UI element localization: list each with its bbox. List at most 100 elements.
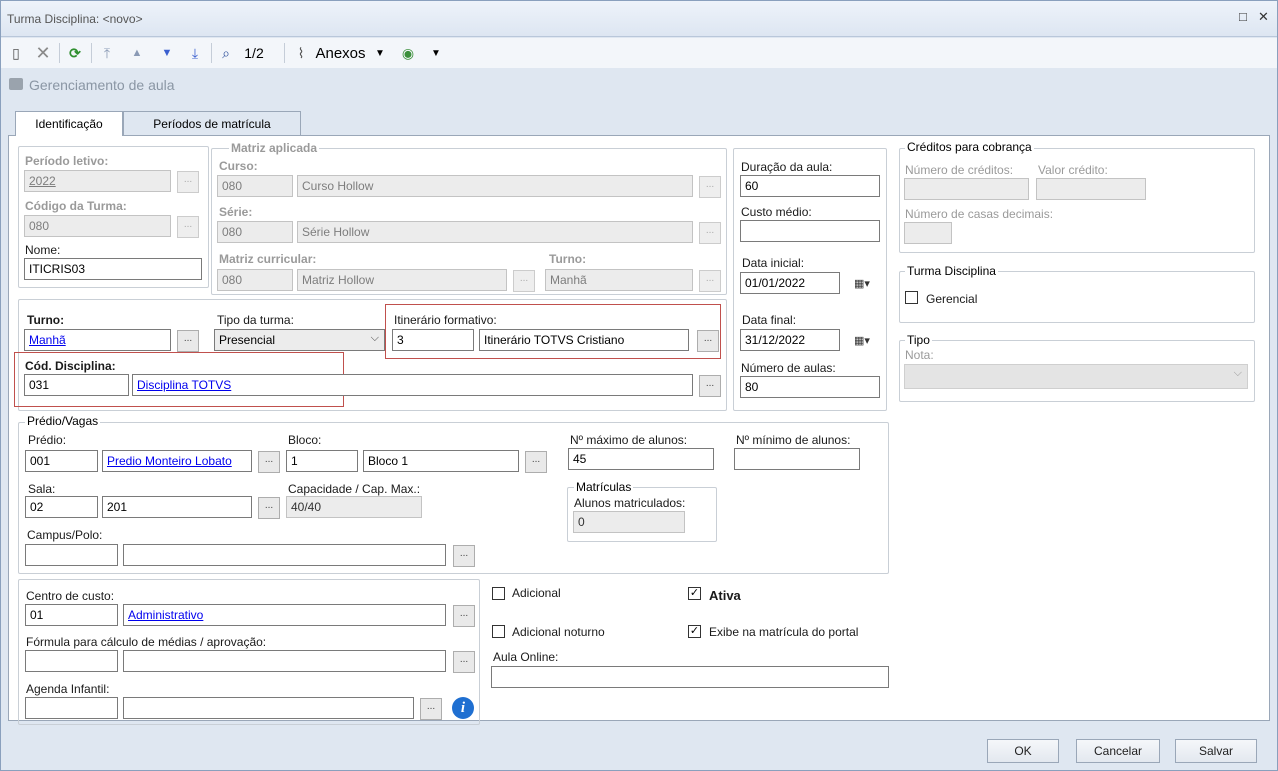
num-creditos-field bbox=[904, 178, 1029, 200]
globe-icon[interactable]: ◉ bbox=[397, 42, 419, 64]
chevron-down-icon[interactable]: ▼ bbox=[373, 42, 387, 64]
chevron-down-icon: ⌵ bbox=[370, 332, 379, 344]
matriz-code-field: 080 bbox=[217, 269, 293, 291]
casas-decimais-label: Número de casas decimais: bbox=[905, 207, 1054, 221]
agenda-lookup-button[interactable]: ... bbox=[420, 698, 442, 720]
first-record-icon[interactable]: ⤒ bbox=[97, 42, 117, 64]
disciplina-label: Cód. Disciplina: bbox=[25, 359, 116, 373]
tab-periodos-matricula[interactable]: Períodos de matrícula bbox=[123, 111, 301, 135]
data-inicial-field[interactable]: 01/01/2022 bbox=[740, 272, 840, 294]
new-icon[interactable]: ▯ bbox=[7, 42, 25, 64]
ativa-label: Ativa bbox=[709, 588, 741, 603]
predio-lookup-button[interactable]: ... bbox=[258, 451, 280, 473]
class-management-icon bbox=[9, 78, 23, 90]
capacidade-label: Capacidade / Cap. Max.: bbox=[288, 482, 421, 496]
ativa-checkbox[interactable]: ✓ bbox=[688, 587, 701, 600]
numero-aulas-field[interactable]: 80 bbox=[740, 376, 880, 398]
bloco-name-field[interactable]: Bloco 1 bbox=[363, 450, 519, 472]
close-icon[interactable]: ✕ bbox=[1258, 9, 1269, 25]
previous-record-icon[interactable]: ▲ bbox=[127, 42, 147, 64]
adicional-label: Adicional bbox=[512, 586, 561, 600]
gerencial-checkbox[interactable] bbox=[905, 291, 918, 304]
bloco-code-field[interactable]: 1 bbox=[286, 450, 358, 472]
cancel-button[interactable]: Cancelar bbox=[1076, 739, 1160, 763]
save-button[interactable]: Salvar bbox=[1175, 739, 1257, 763]
max-alunos-field[interactable]: 45 bbox=[568, 448, 714, 470]
periodo-lookup-button[interactable]: ... bbox=[177, 171, 199, 193]
adicional-noturno-checkbox[interactable] bbox=[492, 625, 505, 638]
campus-label: Campus/Polo: bbox=[27, 528, 103, 542]
turno-field[interactable]: Manhã bbox=[24, 329, 171, 351]
itinerario-name-field[interactable]: Itinerário TOTVS Cristiano bbox=[479, 329, 689, 351]
matriculas-title: Matrículas bbox=[574, 480, 634, 494]
paperclip-icon[interactable]: ⌇ bbox=[291, 42, 311, 64]
disciplina-code-field[interactable]: 031 bbox=[24, 374, 129, 396]
sala-lookup-button[interactable]: ... bbox=[258, 497, 280, 519]
predio-code-field[interactable]: 001 bbox=[25, 450, 98, 472]
aula-online-label: Aula Online: bbox=[493, 650, 559, 664]
sala-code-field[interactable]: 02 bbox=[25, 496, 98, 518]
tipo-turma-select[interactable]: Presencial ⌵ bbox=[214, 329, 385, 351]
campus-code-field[interactable] bbox=[25, 544, 118, 566]
aula-online-field[interactable] bbox=[491, 666, 889, 688]
page-indicator: 1/2 bbox=[244, 45, 264, 61]
restore-icon[interactable]: □ bbox=[1239, 9, 1247, 24]
turno-lookup-button[interactable]: ... bbox=[177, 330, 199, 352]
next-record-icon[interactable]: ▼ bbox=[157, 42, 177, 64]
nome-field[interactable]: ITICRIS03 bbox=[24, 258, 202, 280]
serie-lookup-button[interactable]: ... bbox=[699, 222, 721, 244]
curso-lookup-button[interactable]: ... bbox=[699, 176, 721, 198]
campus-lookup-button[interactable]: ... bbox=[453, 545, 475, 567]
delete-icon[interactable]: ✕ bbox=[33, 42, 53, 64]
adicional-checkbox[interactable] bbox=[492, 587, 505, 600]
subheader-label: Gerenciamento de aula bbox=[29, 77, 175, 93]
casas-decimais-field bbox=[904, 222, 952, 244]
sala-name-field[interactable]: 201 bbox=[102, 496, 252, 518]
data-final-field[interactable]: 31/12/2022 bbox=[740, 329, 840, 351]
matriz-lookup-button[interactable]: ... bbox=[513, 270, 535, 292]
formula-name-field[interactable] bbox=[123, 650, 446, 672]
centro-custo-lookup-button[interactable]: ... bbox=[453, 605, 475, 627]
predio-label: Prédio: bbox=[28, 433, 67, 447]
predio-name-field[interactable]: Predio Monteiro Lobato bbox=[102, 450, 252, 472]
tab-identificacao[interactable]: Identificação bbox=[15, 111, 123, 136]
centro-custo-name-field[interactable]: Administrativo bbox=[123, 604, 446, 626]
valor-credito-field bbox=[1036, 178, 1146, 200]
campus-name-field[interactable] bbox=[123, 544, 446, 566]
nota-select[interactable]: ⌵ bbox=[904, 364, 1248, 389]
periodo-label: Período letivo: bbox=[25, 154, 109, 168]
custo-medio-label: Custo médio: bbox=[741, 205, 812, 219]
formula-lookup-button[interactable]: ... bbox=[453, 651, 475, 673]
calendar-icon[interactable]: ▦▾ bbox=[846, 329, 878, 351]
bloco-lookup-button[interactable]: ... bbox=[525, 451, 547, 473]
refresh-icon[interactable]: ⟳ bbox=[65, 42, 85, 64]
exibe-portal-checkbox[interactable]: ✓ bbox=[688, 625, 701, 638]
disciplina-lookup-button[interactable]: ... bbox=[699, 375, 721, 397]
duracao-field[interactable]: 60 bbox=[740, 175, 880, 197]
numero-aulas-label: Número de aulas: bbox=[741, 361, 836, 375]
centro-custo-code-field[interactable]: 01 bbox=[25, 604, 118, 626]
search-icon[interactable]: ⌕ bbox=[216, 42, 236, 64]
itinerario-label: Itinerário formativo: bbox=[394, 313, 497, 327]
data-inicial-label: Data inicial: bbox=[742, 256, 805, 270]
agenda-code-field[interactable] bbox=[25, 697, 118, 719]
disciplina-name-field[interactable]: Disciplina TOTVS bbox=[132, 374, 693, 396]
curso-code-field: 080 bbox=[217, 175, 293, 197]
info-icon[interactable]: i bbox=[452, 697, 474, 719]
curso-name-field: Curso Hollow bbox=[297, 175, 693, 197]
attachments-button[interactable]: Anexos bbox=[313, 42, 368, 64]
calendar-icon[interactable]: ▦▾ bbox=[846, 272, 878, 294]
chevron-down-icon[interactable]: ▼ bbox=[429, 42, 443, 64]
serie-label: Série: bbox=[219, 205, 253, 219]
itinerario-lookup-button[interactable]: ... bbox=[697, 330, 719, 352]
agenda-name-field[interactable] bbox=[123, 697, 414, 719]
formula-code-field[interactable] bbox=[25, 650, 118, 672]
ok-button[interactable]: OK bbox=[987, 739, 1059, 763]
codigo-lookup-button[interactable]: ... bbox=[177, 216, 199, 238]
last-record-icon[interactable]: ⤓ bbox=[185, 42, 205, 64]
matriz-turno-lookup-button[interactable]: ... bbox=[699, 270, 721, 292]
min-alunos-field[interactable] bbox=[734, 448, 860, 470]
itinerario-code-field[interactable]: 3 bbox=[392, 329, 474, 351]
custo-medio-field[interactable] bbox=[740, 220, 880, 242]
chevron-down-icon: ⌵ bbox=[1233, 367, 1242, 379]
